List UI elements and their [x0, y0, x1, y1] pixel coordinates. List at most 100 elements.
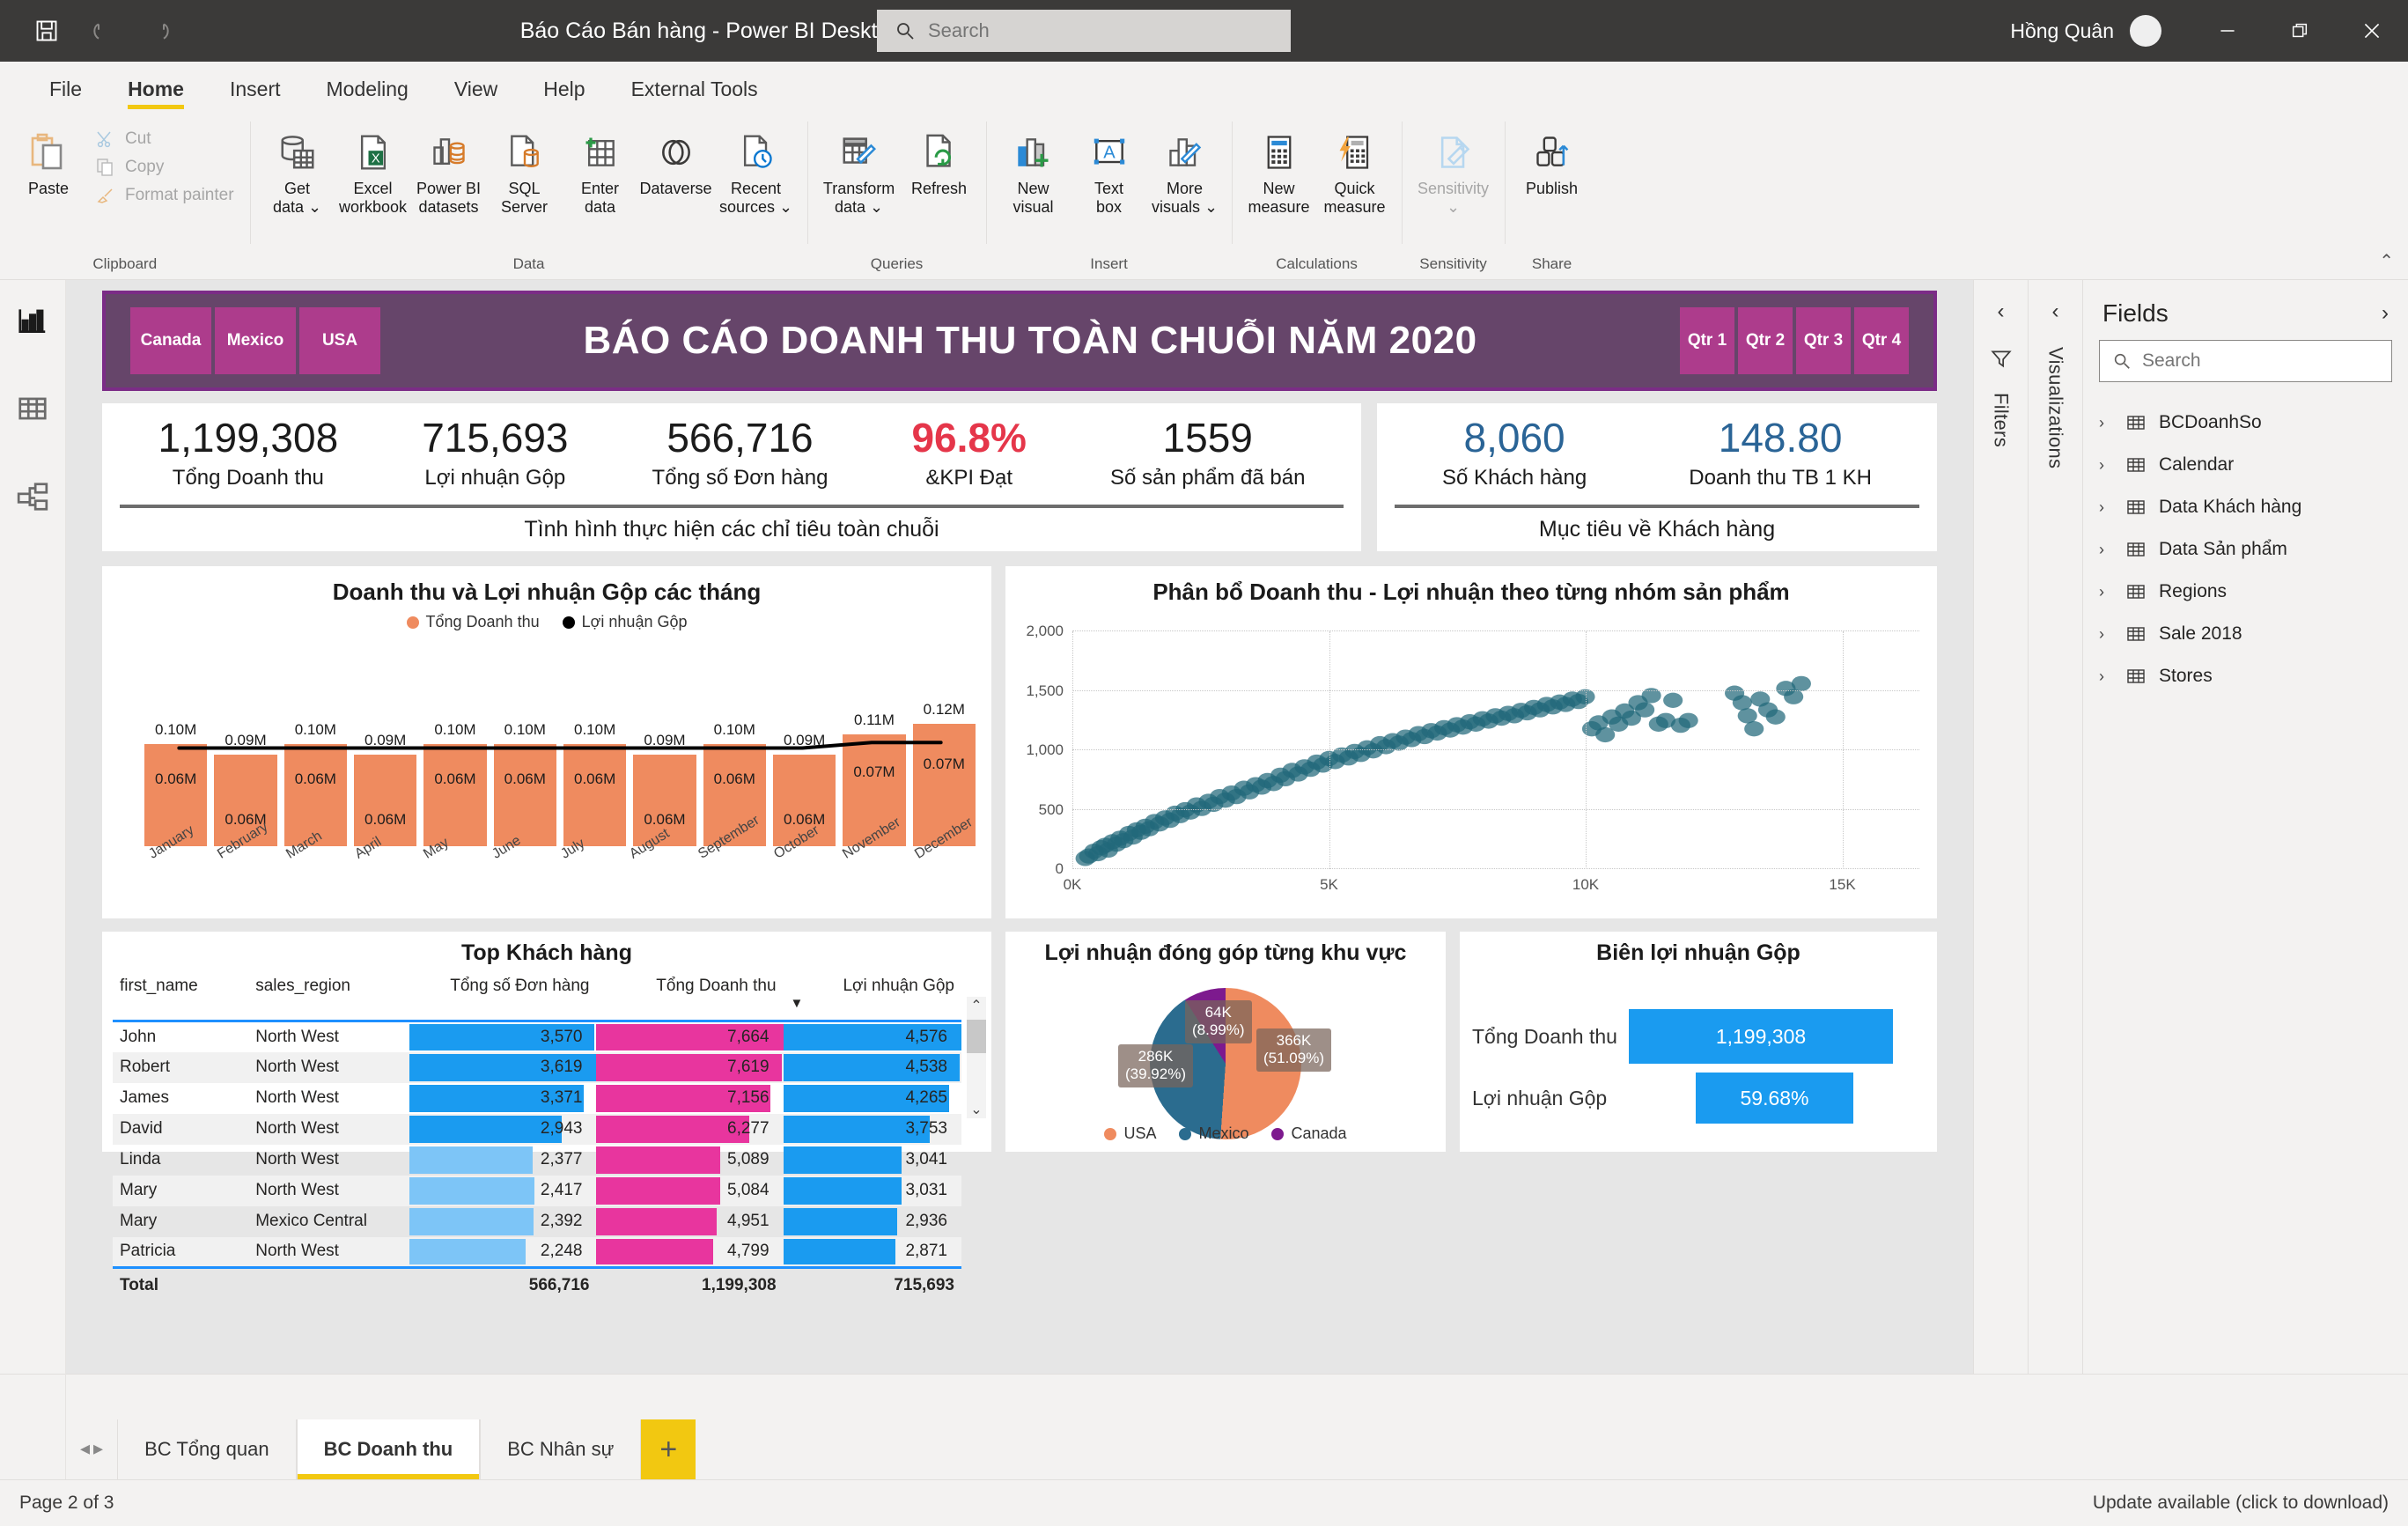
expand-visualizations-icon[interactable]: ‹	[2052, 299, 2059, 324]
powerbi-datasets-button[interactable]: Power BI datasets	[411, 120, 487, 221]
table-row[interactable]: Patricia North West 2,248 4,799 2,871	[113, 1236, 961, 1268]
close-button[interactable]	[2336, 0, 2408, 62]
slicer-qtr-4[interactable]: Qtr 4	[1854, 307, 1909, 374]
table-scrollbar[interactable]: ⌃ ⌄	[967, 997, 986, 1118]
page-nav[interactable]: ◂ ▸	[66, 1437, 117, 1479]
publish-button[interactable]: Publish	[1514, 120, 1590, 203]
sensitivity-button[interactable]: Sensitivity ⌄	[1411, 120, 1496, 221]
table-row[interactable]: Robert North West 3,619 7,619 4,538	[113, 1051, 961, 1083]
page-tab-bc-nhan-su[interactable]: BC Nhân sự	[480, 1419, 642, 1479]
kpi-products-sold[interactable]: 1559 Số sản phẩm đã bán	[1101, 416, 1314, 490]
transform-data-button[interactable]: Transform data ⌄	[817, 120, 902, 221]
search-input[interactable]	[928, 19, 1263, 42]
ribbon-tab-external-tools[interactable]: External Tools	[608, 65, 781, 113]
scatter-point[interactable]	[1737, 708, 1757, 724]
legend-item-mexico[interactable]: Mexico	[1179, 1124, 1248, 1143]
filters-pane-collapsed[interactable]: ‹ Filters	[1973, 280, 2028, 1374]
table-row[interactable]: Mary Mexico Central 2,392 4,951 2,936	[113, 1206, 961, 1237]
country-slicer[interactable]: Canada Mexico USA	[130, 307, 380, 374]
filter-icon[interactable]	[1990, 347, 2013, 370]
paste-button[interactable]: Paste	[9, 120, 88, 198]
scatter-point[interactable]	[1732, 695, 1752, 711]
table-row[interactable]: Linda North West 2,377 5,089 3,041	[113, 1145, 961, 1176]
add-page-button[interactable]: +	[641, 1419, 696, 1479]
ribbon-tab-insert[interactable]: Insert	[207, 65, 304, 113]
fields-table-item[interactable]: › Sale 2018	[2099, 613, 2392, 655]
scatter-point[interactable]	[1791, 675, 1811, 692]
chevron-right-icon[interactable]: ›	[2099, 541, 2113, 559]
cut-button[interactable]: Cut	[88, 125, 241, 153]
slicer-qtr-3[interactable]: Qtr 3	[1796, 307, 1851, 374]
page-tab-bc-tong-quan[interactable]: BC Tổng quan	[117, 1419, 297, 1479]
kpi-revenue-per-customer[interactable]: 148.80 Doanh thu TB 1 KH	[1680, 416, 1881, 490]
undo-icon[interactable]	[88, 16, 118, 46]
excel-workbook-button[interactable]: X Excel workbook	[335, 120, 411, 221]
scroll-down-icon[interactable]: ⌄	[970, 1101, 982, 1118]
revenue-profit-scatter-chart[interactable]: Phân bổ Doanh thu - Lợi nhuận theo từng …	[1005, 566, 1937, 918]
table-row[interactable]: John North West 3,570 7,664 4,576	[113, 1021, 961, 1052]
scroll-up-icon[interactable]: ⌃	[970, 997, 982, 1014]
new-measure-button[interactable]: New measure	[1241, 120, 1317, 221]
enter-data-button[interactable]: Enter data	[563, 120, 638, 221]
legend-item-profit[interactable]: Lợi nhuận Gộp	[562, 613, 688, 631]
quarter-slicer[interactable]: Qtr 1 Qtr 2 Qtr 3 Qtr 4	[1680, 307, 1909, 374]
scatter-point[interactable]	[1678, 712, 1698, 728]
chevron-right-icon[interactable]: ›	[2099, 667, 2113, 686]
gross-margin-visual[interactable]: Biên lợi nhuận Gộp Tổng Doanh thu 1,199,…	[1460, 932, 1937, 1152]
update-available-link[interactable]: Update available (click to download)	[2093, 1493, 2389, 1514]
get-data-button[interactable]: Get data ⌄	[260, 120, 335, 221]
collapse-fields-icon[interactable]: ›	[2382, 301, 2389, 326]
scatter-point[interactable]	[1784, 689, 1804, 704]
legend-item-canada[interactable]: Canada	[1271, 1124, 1347, 1143]
fields-table-item[interactable]: › BCDoanhSo	[2099, 402, 2392, 444]
maximize-button[interactable]	[2264, 0, 2336, 62]
table-row[interactable]: Mary North West 2,417 5,084 3,031	[113, 1175, 961, 1206]
top-customers-table[interactable]: Top Khách hàng first_name sales_region T…	[102, 932, 991, 1303]
scatter-point[interactable]	[1663, 692, 1683, 708]
col-first-name[interactable]: first_name	[113, 973, 248, 1021]
sidebar-item-data-view[interactable]	[8, 384, 57, 433]
visualizations-pane-collapsed[interactable]: ‹ Visualizations	[2028, 280, 2082, 1374]
fields-table-item[interactable]: › Calendar	[2099, 444, 2392, 486]
ribbon-tab-help[interactable]: Help	[520, 65, 608, 113]
recent-sources-button[interactable]: Recent sources ⌄	[714, 120, 799, 221]
chevron-right-icon[interactable]: ›	[2099, 498, 2113, 517]
table-row[interactable]: James North West 3,371 7,156 4,265	[113, 1083, 961, 1114]
fields-search-input[interactable]	[2142, 350, 2362, 372]
fields-table-item[interactable]: › Data Khách hàng	[2099, 486, 2392, 528]
monthly-revenue-profit-chart[interactable]: Doanh thu và Lợi nhuận Gộp các tháng Tổn…	[102, 566, 991, 918]
slicer-usa[interactable]: USA	[299, 307, 380, 374]
kpi-total-revenue[interactable]: 1,199,308 Tổng Doanh thu	[150, 416, 348, 490]
text-box-button[interactable]: A Text box	[1071, 120, 1147, 221]
col-revenue[interactable]: Tổng Doanh thu	[596, 973, 783, 1021]
page-prev-icon[interactable]: ◂	[80, 1437, 90, 1460]
legend-item-usa[interactable]: USA	[1104, 1124, 1156, 1143]
ribbon-tab-modeling[interactable]: Modeling	[304, 65, 431, 113]
fields-table-item[interactable]: › Stores	[2099, 655, 2392, 697]
refresh-button[interactable]: Refresh	[902, 120, 977, 203]
page-next-icon[interactable]: ▸	[93, 1437, 103, 1460]
collapse-ribbon-button[interactable]: ⌃	[2379, 250, 2394, 272]
ribbon-tab-file[interactable]: File	[26, 65, 105, 113]
minimize-button[interactable]	[2191, 0, 2264, 62]
col-sales-region[interactable]: sales_region	[248, 973, 409, 1021]
legend-item-revenue[interactable]: Tổng Doanh thu	[406, 613, 540, 631]
dataverse-button[interactable]: Dataverse	[638, 120, 714, 203]
table-row[interactable]: David North West 2,943 6,277 3,753	[113, 1113, 961, 1145]
fields-table-item[interactable]: › Data Sản phẩm	[2099, 528, 2392, 571]
kpi-gross-profit[interactable]: 715,693 Lợi nhuận Gộp	[413, 416, 577, 490]
scatter-point[interactable]	[1765, 709, 1786, 725]
sql-server-button[interactable]: SQL Server	[487, 120, 563, 221]
more-visuals-button[interactable]: More visuals ⌄	[1147, 120, 1223, 221]
avatar[interactable]	[2130, 15, 2161, 47]
fields-table-item[interactable]: › Regions	[2099, 571, 2392, 613]
scatter-point[interactable]	[1635, 702, 1655, 718]
copy-button[interactable]: Copy	[88, 153, 241, 181]
chevron-right-icon[interactable]: ›	[2099, 625, 2113, 644]
chevron-right-icon[interactable]: ›	[2099, 414, 2113, 432]
slicer-canada[interactable]: Canada	[130, 307, 211, 374]
chevron-right-icon[interactable]: ›	[2099, 583, 2113, 601]
sidebar-item-report-view[interactable]	[8, 296, 57, 345]
col-orders[interactable]: Tổng số Đơn hàng	[409, 973, 596, 1021]
profit-by-region-pie-chart[interactable]: Lợi nhuận đóng góp từng khu vực 366K (51…	[1005, 932, 1446, 1152]
